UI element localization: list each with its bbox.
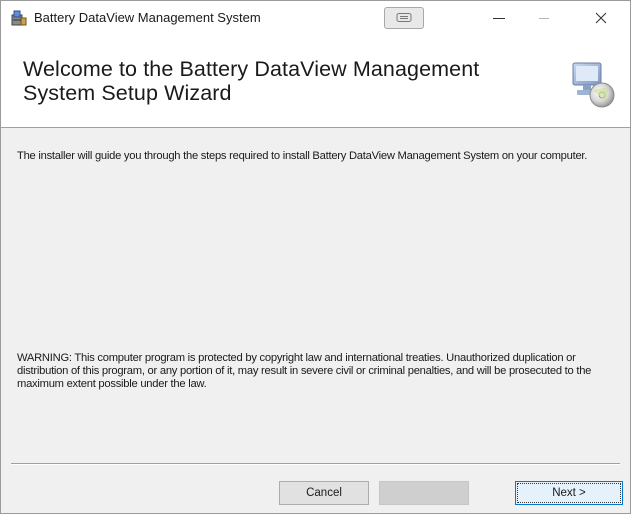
back-button[interactable]: [379, 481, 469, 505]
wizard-banner: Welcome to the Battery DataView Manageme…: [1, 35, 630, 128]
title-bar[interactable]: Battery DataView Management System: [1, 1, 630, 35]
close-icon: [595, 12, 607, 24]
next-button-label: Next >: [517, 483, 621, 503]
minimize-button[interactable]: [476, 1, 522, 35]
maximize-button[interactable]: [522, 1, 568, 35]
wizard-body: The installer will guide you through the…: [1, 128, 630, 459]
installer-window: Battery DataView Management System Welco…: [0, 0, 631, 514]
page-title: Welcome to the Battery DataView Manageme…: [23, 57, 480, 105]
next-button[interactable]: Next >: [515, 481, 623, 505]
close-button[interactable]: [578, 1, 624, 35]
cancel-button[interactable]: Cancel: [279, 481, 369, 505]
footer-divider: [11, 463, 620, 465]
intro-text: The installer will guide you through the…: [17, 150, 588, 162]
window-pill-button[interactable]: [384, 7, 424, 29]
installer-icon: [10, 9, 28, 27]
setup-computer-disc-icon: [569, 57, 617, 109]
window-pill-icon: [396, 13, 412, 22]
maximize-icon: [539, 18, 549, 19]
minimize-icon: [493, 18, 505, 19]
window-title: Battery DataView Management System: [34, 10, 261, 25]
copyright-warning: WARNING: This computer program is protec…: [17, 352, 592, 390]
